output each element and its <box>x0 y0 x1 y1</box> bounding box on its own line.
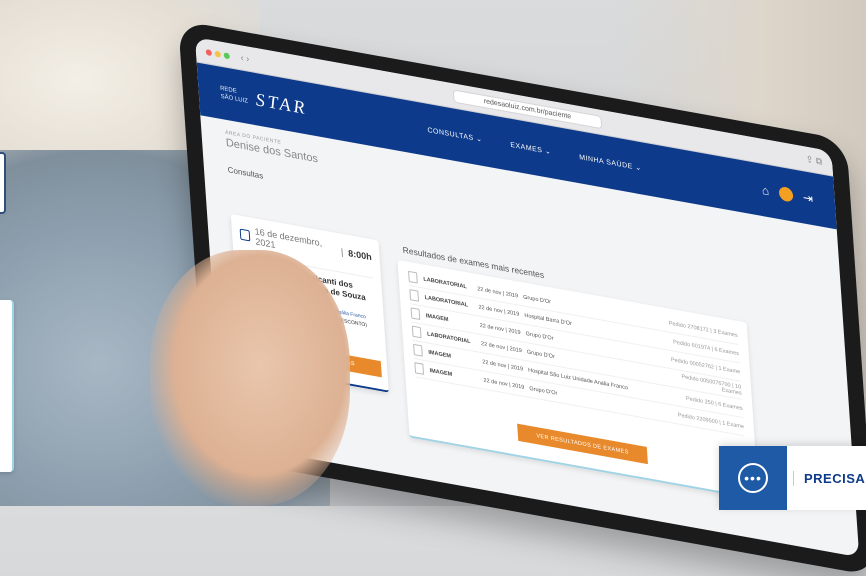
logo-network: REDE SÃO LUIZ <box>220 85 248 106</box>
document-icon <box>408 270 418 284</box>
back-forward-icon[interactable]: ‹ › <box>240 52 249 64</box>
nav-exames[interactable]: EXAMES ⌄ <box>510 141 551 156</box>
result-date: 22 de nov | 2019 <box>482 358 524 373</box>
result-date: 22 de nov | 2019 <box>480 340 523 354</box>
result-date: 22 de nov | 2019 <box>478 303 520 318</box>
maximize-dot-icon[interactable] <box>223 52 230 60</box>
help-chat-widget[interactable]: ••• PRECISA <box>719 446 866 510</box>
appointment-time: 8:00h <box>347 247 373 263</box>
avatar[interactable] <box>778 185 794 203</box>
share-icon[interactable]: ⇪ ⧉ <box>805 153 822 167</box>
result-date: 22 de nov | 2019 <box>479 322 521 336</box>
document-icon <box>411 325 422 339</box>
window-controls <box>205 42 233 65</box>
logo-brand: STAR <box>254 88 308 118</box>
header-icons: ⌂ ⇥ <box>761 183 813 206</box>
minimize-dot-icon[interactable] <box>214 50 221 58</box>
separator: | <box>340 246 344 258</box>
nav-consultas[interactable]: CONSULTAS ⌄ <box>427 126 482 144</box>
document-icon <box>413 343 423 357</box>
calendar-icon <box>239 228 251 242</box>
logout-icon[interactable]: ⇥ <box>802 190 813 206</box>
document-icon <box>414 362 425 375</box>
result-date: 22 de nov | 2019 <box>477 285 519 300</box>
nav-exames-label: EXAMES <box>510 141 543 155</box>
nav-consultas-label: CONSULTAS <box>427 126 474 143</box>
close-dot-icon[interactable] <box>205 49 213 57</box>
nav-minha-saude-label: MINHA SAÚDE <box>578 154 634 171</box>
document-icon <box>409 289 420 302</box>
chat-bubble-icon: ••• <box>738 463 768 493</box>
results-panel: LABORATORIAL 22 de nov | 2019 Grupo D'Or… <box>397 259 759 501</box>
nav-minha-saude[interactable]: MINHA SAÚDE ⌄ <box>579 153 642 172</box>
hand-holding-tablet <box>150 250 350 506</box>
result-date: 22 de nov | 2019 <box>483 377 525 391</box>
offscreen-card-edge <box>0 152 6 214</box>
result-type: IMAGEM <box>429 367 453 378</box>
document-icon <box>410 307 421 321</box>
logo[interactable]: REDE SÃO LUIZ STAR <box>220 82 308 119</box>
help-icon-box: ••• <box>719 446 787 510</box>
offscreen-panel-edge <box>0 300 14 472</box>
help-label: PRECISA <box>793 470 865 486</box>
home-icon[interactable]: ⌂ <box>761 183 769 199</box>
view-exam-results-button[interactable]: VER RESULTADOS DE EXAMES <box>517 423 648 465</box>
